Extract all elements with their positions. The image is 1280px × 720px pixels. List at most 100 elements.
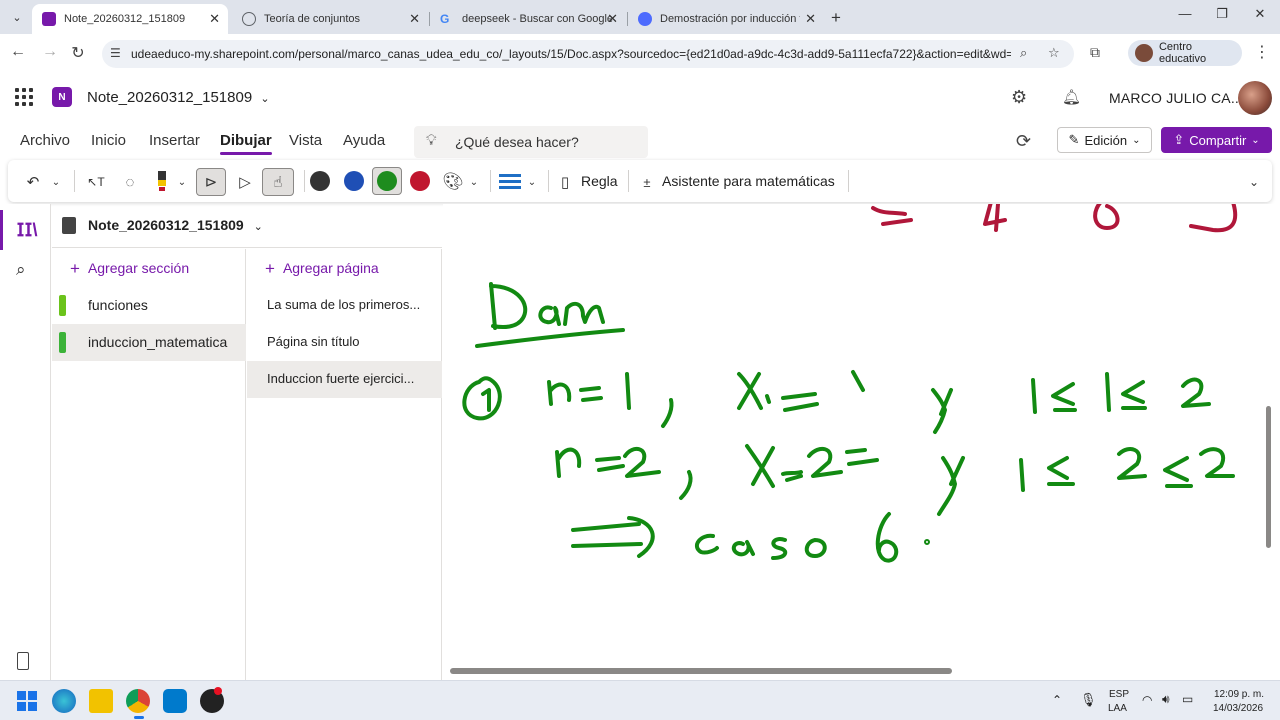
math-assistant-icon[interactable]: ± xyxy=(636,168,658,196)
pen-color-blue[interactable] xyxy=(344,171,364,191)
notebooks-library-icon[interactable]: 𝖨𝖨\ xyxy=(0,210,51,250)
back-arrow-icon[interactable]: ← xyxy=(8,43,28,61)
show-hidden-icons-chevron-icon[interactable]: ⌃ xyxy=(1052,693,1062,707)
start-logo xyxy=(17,691,37,711)
tab-title: Note_20260312_151809 xyxy=(64,13,186,25)
vertical-scrollbar[interactable] xyxy=(1266,406,1271,548)
browser-tab-google[interactable]: G deepseek - Buscar con Google ✕ xyxy=(430,4,626,34)
close-tab-icon[interactable]: ✕ xyxy=(805,11,816,27)
vscode-icon[interactable] xyxy=(163,689,187,713)
palette-dropdown-chevron-icon[interactable]: ⌄ xyxy=(466,168,482,196)
page-item[interactable]: Página sin título xyxy=(247,324,442,361)
restore-window-icon[interactable]: ❐ xyxy=(1207,6,1237,22)
page-item-selected[interactable]: Induccion fuerte ejercici... xyxy=(247,361,442,398)
clock-date[interactable]: 14/03/2026 xyxy=(1213,703,1263,714)
undo-icon[interactable]: ↶ xyxy=(22,168,44,196)
browser-tab-deepseek[interactable]: Demostración por inducción fu ✕ xyxy=(628,4,824,34)
thickness-dropdown-chevron-icon[interactable]: ⌄ xyxy=(524,168,540,196)
file-explorer-icon[interactable] xyxy=(89,689,113,713)
wifi-icon[interactable]: ◠ xyxy=(1142,693,1152,707)
expand-toolbar-chevron-icon[interactable]: ⌄ xyxy=(1244,168,1264,196)
app-launcher-waffle-icon[interactable] xyxy=(15,88,33,106)
close-window-icon[interactable]: ✕ xyxy=(1245,6,1275,22)
stroke-thickness-icon[interactable] xyxy=(498,168,522,196)
extensions-puzzle-icon[interactable]: ⧉ xyxy=(1090,44,1100,61)
search-icon[interactable]: ⌕ xyxy=(16,260,26,280)
ink-to-shape-hand-icon[interactable]: ☝ xyxy=(262,168,294,196)
editing-mode-button[interactable]: ✎ Edición ⌄ xyxy=(1057,127,1152,153)
pen-color-black[interactable] xyxy=(310,171,330,191)
eraser-icon[interactable] xyxy=(154,168,170,196)
battery-icon[interactable]: ▭ xyxy=(1182,692,1193,706)
add-page-button[interactable]: + Agregar página xyxy=(265,259,379,279)
site-info-tune-icon[interactable]: ☰ xyxy=(110,46,121,60)
ruler-icon[interactable]: ▯ xyxy=(556,168,574,196)
ruler-label[interactable]: Regla xyxy=(581,173,618,189)
mobile-view-icon[interactable] xyxy=(17,652,29,670)
url-text[interactable]: udeaeduco-my.sharepoint.com/personal/mar… xyxy=(131,47,1011,61)
toolbar-divider xyxy=(490,170,491,192)
pen-color-green[interactable] xyxy=(377,171,397,191)
globe-favicon-icon xyxy=(242,12,256,26)
settings-gear-icon[interactable]: ⚙ xyxy=(1011,87,1027,108)
horizontal-scrollbar[interactable] xyxy=(450,668,952,674)
bookmark-star-icon[interactable]: ☆ xyxy=(1048,45,1060,61)
eraser-shape xyxy=(158,171,166,191)
user-avatar[interactable] xyxy=(1238,81,1272,115)
new-tab-plus-icon[interactable]: + xyxy=(831,8,841,28)
tab-ayuda[interactable]: Ayuda xyxy=(343,132,385,149)
chrome-browser-icon[interactable] xyxy=(126,689,150,713)
windows-start-icon[interactable] xyxy=(15,689,39,713)
tab-vista[interactable]: Vista xyxy=(289,132,322,149)
close-tab-icon[interactable]: ✕ xyxy=(409,11,420,27)
tab-inicio[interactable]: Inicio xyxy=(91,132,126,149)
tab-archivo[interactable]: Archivo xyxy=(20,132,70,149)
tell-me-search[interactable]: 💡︎ ¿Qué desea hacer? xyxy=(414,126,648,158)
notebook-header[interactable]: Note_20260312_151809 ⌄ xyxy=(52,204,442,248)
add-section-button[interactable]: + Agregar sección xyxy=(70,259,189,279)
eraser-dropdown-chevron-icon[interactable]: ⌄ xyxy=(174,168,190,196)
zoom-magnifier-icon[interactable]: ⌕ xyxy=(1020,45,1027,61)
browser-tab-teoria[interactable]: Teoría de conjuntos ✕ xyxy=(232,4,428,34)
forward-arrow-icon[interactable]: → xyxy=(40,43,60,61)
section-item-induccion[interactable]: induccion_matematica xyxy=(52,324,246,361)
color-palette-icon[interactable]: 🎨︎ xyxy=(442,168,464,196)
document-title[interactable]: Note_20260312_151809 ⌄ xyxy=(87,89,270,106)
red-ink-strokes xyxy=(871,204,1238,233)
user-name[interactable]: MARCO JULIO CA... xyxy=(1109,90,1243,106)
input-language-line1[interactable]: ESP xyxy=(1109,689,1129,700)
close-tab-icon[interactable]: ✕ xyxy=(209,11,220,27)
page-item[interactable]: La suma de los primeros... xyxy=(247,287,442,324)
omnibox[interactable]: ☰ udeaeduco-my.sharepoint.com/personal/m… xyxy=(102,40,1074,68)
minimize-window-icon[interactable]: — xyxy=(1170,6,1200,21)
browser-menu-kebab-icon[interactable]: ⋮ xyxy=(1254,42,1270,62)
tab-search-chevron-icon[interactable]: ⌄ xyxy=(6,6,28,28)
toolbar-divider xyxy=(848,170,849,192)
pen-color-red[interactable] xyxy=(410,171,430,191)
type-select-icon[interactable]: ↖T xyxy=(84,168,108,196)
pen-tool-icon[interactable]: ⊳ xyxy=(196,168,226,196)
page-canvas[interactable] xyxy=(443,204,1280,680)
clock-time[interactable]: 12:09 p. m. xyxy=(1214,689,1264,700)
active-app-indicator xyxy=(134,716,144,719)
volume-icon[interactable]: 🔊︎ xyxy=(1162,692,1170,707)
input-language-line2[interactable]: LAA xyxy=(1108,703,1127,714)
toolbar-divider xyxy=(74,170,75,192)
math-assistant-label[interactable]: Asistente para matemáticas xyxy=(662,173,835,189)
tab-dibujar[interactable]: Dibujar xyxy=(220,132,272,155)
profile-button[interactable]: Centro educativo xyxy=(1128,40,1242,66)
browser-tab-onenote[interactable]: Note_20260312_151809 ✕ xyxy=(32,4,228,34)
section-item-funciones[interactable]: funciones xyxy=(52,287,246,324)
notifications-bell-icon[interactable]: 🔔︎ xyxy=(1062,88,1081,106)
highlighter-tool-icon[interactable]: ▷ xyxy=(232,168,258,196)
onenote-header: N Note_20260312_151809 ⌄ ⚙ 🔔︎ MARCO JULI… xyxy=(0,72,1280,126)
close-tab-icon[interactable]: ✕ xyxy=(607,11,618,27)
share-button[interactable]: ⇪ Compartir ⌄ xyxy=(1161,127,1272,153)
microphone-icon[interactable]: 🎙︎ xyxy=(1080,692,1097,708)
lasso-select-icon[interactable]: ◌ xyxy=(118,168,142,196)
sync-icon[interactable]: ⟳ xyxy=(1016,131,1031,152)
undo-dropdown-chevron-icon[interactable]: ⌄ xyxy=(48,168,64,196)
tab-insertar[interactable]: Insertar xyxy=(149,132,200,149)
edge-browser-icon[interactable] xyxy=(52,689,76,713)
reload-icon[interactable]: ↻ xyxy=(68,43,88,63)
